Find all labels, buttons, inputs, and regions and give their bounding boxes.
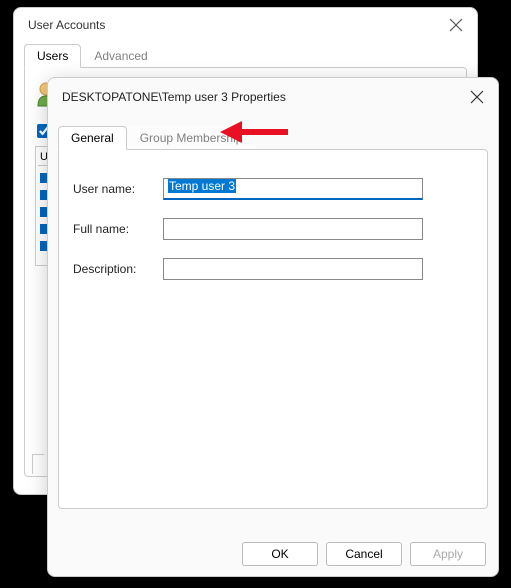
- tab-users[interactable]: Users: [24, 44, 81, 68]
- description-label: Description:: [73, 262, 163, 276]
- tab-strip: Users Advanced: [24, 44, 477, 67]
- username-input[interactable]: Temp user 3: [163, 178, 423, 200]
- ok-button[interactable]: OK: [242, 542, 318, 566]
- tab-panel: User name: Temp user 3 Full name: Descri…: [58, 149, 488, 509]
- description-input[interactable]: [163, 258, 423, 280]
- apply-button[interactable]: Apply: [410, 542, 486, 566]
- panel-fragment: [32, 454, 44, 474]
- window-title: DESKTOPATONE\Temp user 3 Properties: [62, 90, 286, 104]
- fullname-label: Full name:: [73, 222, 163, 236]
- username-selection: Temp user 3: [168, 179, 236, 193]
- titlebar: User Accounts: [14, 8, 477, 42]
- window-title: User Accounts: [28, 18, 105, 32]
- fullname-row: Full name:: [73, 218, 477, 240]
- close-icon[interactable]: [449, 18, 463, 32]
- description-row: Description:: [73, 258, 477, 280]
- fullname-input[interactable]: [163, 218, 423, 240]
- username-row: User name: Temp user 3: [73, 178, 477, 200]
- username-label: User name:: [73, 182, 163, 196]
- titlebar: DESKTOPATONE\Temp user 3 Properties: [48, 78, 498, 116]
- tab-strip: General Group Membership: [58, 126, 498, 149]
- cancel-button[interactable]: Cancel: [326, 542, 402, 566]
- user-properties-window: DESKTOPATONE\Temp user 3 Properties Gene…: [47, 77, 499, 577]
- tab-advanced[interactable]: Advanced: [81, 44, 160, 67]
- tab-general[interactable]: General: [58, 126, 127, 150]
- button-bar: OK Cancel Apply: [242, 542, 486, 566]
- tab-group-membership[interactable]: Group Membership: [127, 126, 256, 149]
- close-icon[interactable]: [470, 90, 484, 104]
